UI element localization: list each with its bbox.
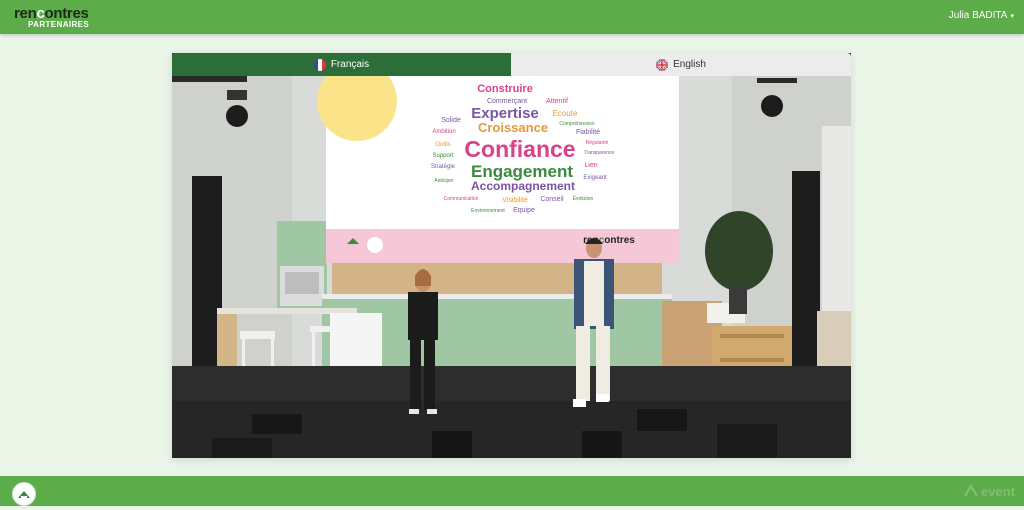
word: Environnement: [471, 208, 505, 214]
word: Outils: [435, 142, 450, 148]
word: Solide: [441, 117, 461, 124]
bottom-bar: event: [0, 476, 1024, 506]
word: Ecoute: [553, 109, 578, 118]
event-logo-icon: [963, 483, 979, 498]
logo-sub-text: PARTENAIRES: [28, 20, 90, 29]
word: Accompagnement: [471, 179, 575, 193]
event-brand: event: [963, 483, 1015, 499]
word: Visibilité: [502, 197, 528, 204]
tab-label: English: [673, 59, 706, 70]
word: Exigeant: [583, 175, 607, 181]
video-player: Français English contres Construire Comm…: [172, 53, 851, 458]
chevron-down-icon: ▾: [1010, 13, 1014, 20]
user-menu[interactable]: Julia BADITA ▾: [949, 10, 1014, 21]
word: Fiabilité: [576, 129, 600, 136]
word: Construire: [477, 83, 533, 95]
word: Commerçant: [487, 98, 527, 105]
word: Compréhension: [559, 121, 595, 127]
stage-scene: rencontres Construire Commerçant Attenti…: [172, 76, 851, 458]
brand-text: event: [981, 484, 1015, 499]
top-bar: rencontres PARTENAIRES Julia BADITA ▾: [0, 0, 1024, 34]
tab-english[interactable]: English: [511, 53, 851, 76]
word: Support: [432, 153, 453, 159]
home-logo-icon[interactable]: [12, 482, 36, 506]
word: Stratégie: [431, 164, 456, 170]
word: Communication: [444, 196, 479, 202]
user-name: Julia BADITA: [948, 10, 1008, 21]
word: Attentif: [546, 98, 568, 105]
word: Croissance: [478, 120, 548, 135]
presentation-screen: rencontres Construire Commerçant Attenti…: [317, 76, 679, 263]
word: Lien: [584, 162, 597, 169]
word: Equipe: [513, 207, 535, 214]
language-tabs: Français English: [172, 53, 851, 76]
uk-flag-icon: [656, 58, 669, 71]
rencontres-partenaires-logo[interactable]: rencontres PARTENAIRES: [14, 5, 104, 31]
word: Transparence: [584, 150, 615, 156]
video-stream[interactable]: rencontres Construire Commerçant Attenti…: [172, 76, 851, 458]
word: Évolution: [573, 195, 594, 202]
word: Anticiper: [434, 178, 454, 184]
tab-label: Français: [330, 59, 370, 70]
word: Confiance: [464, 136, 575, 162]
word: Conseil: [540, 196, 564, 203]
word: Ambition: [432, 129, 455, 135]
french-flag-icon: [313, 58, 326, 71]
tab-francais[interactable]: Français: [172, 53, 511, 76]
word: Régularité: [586, 140, 609, 146]
